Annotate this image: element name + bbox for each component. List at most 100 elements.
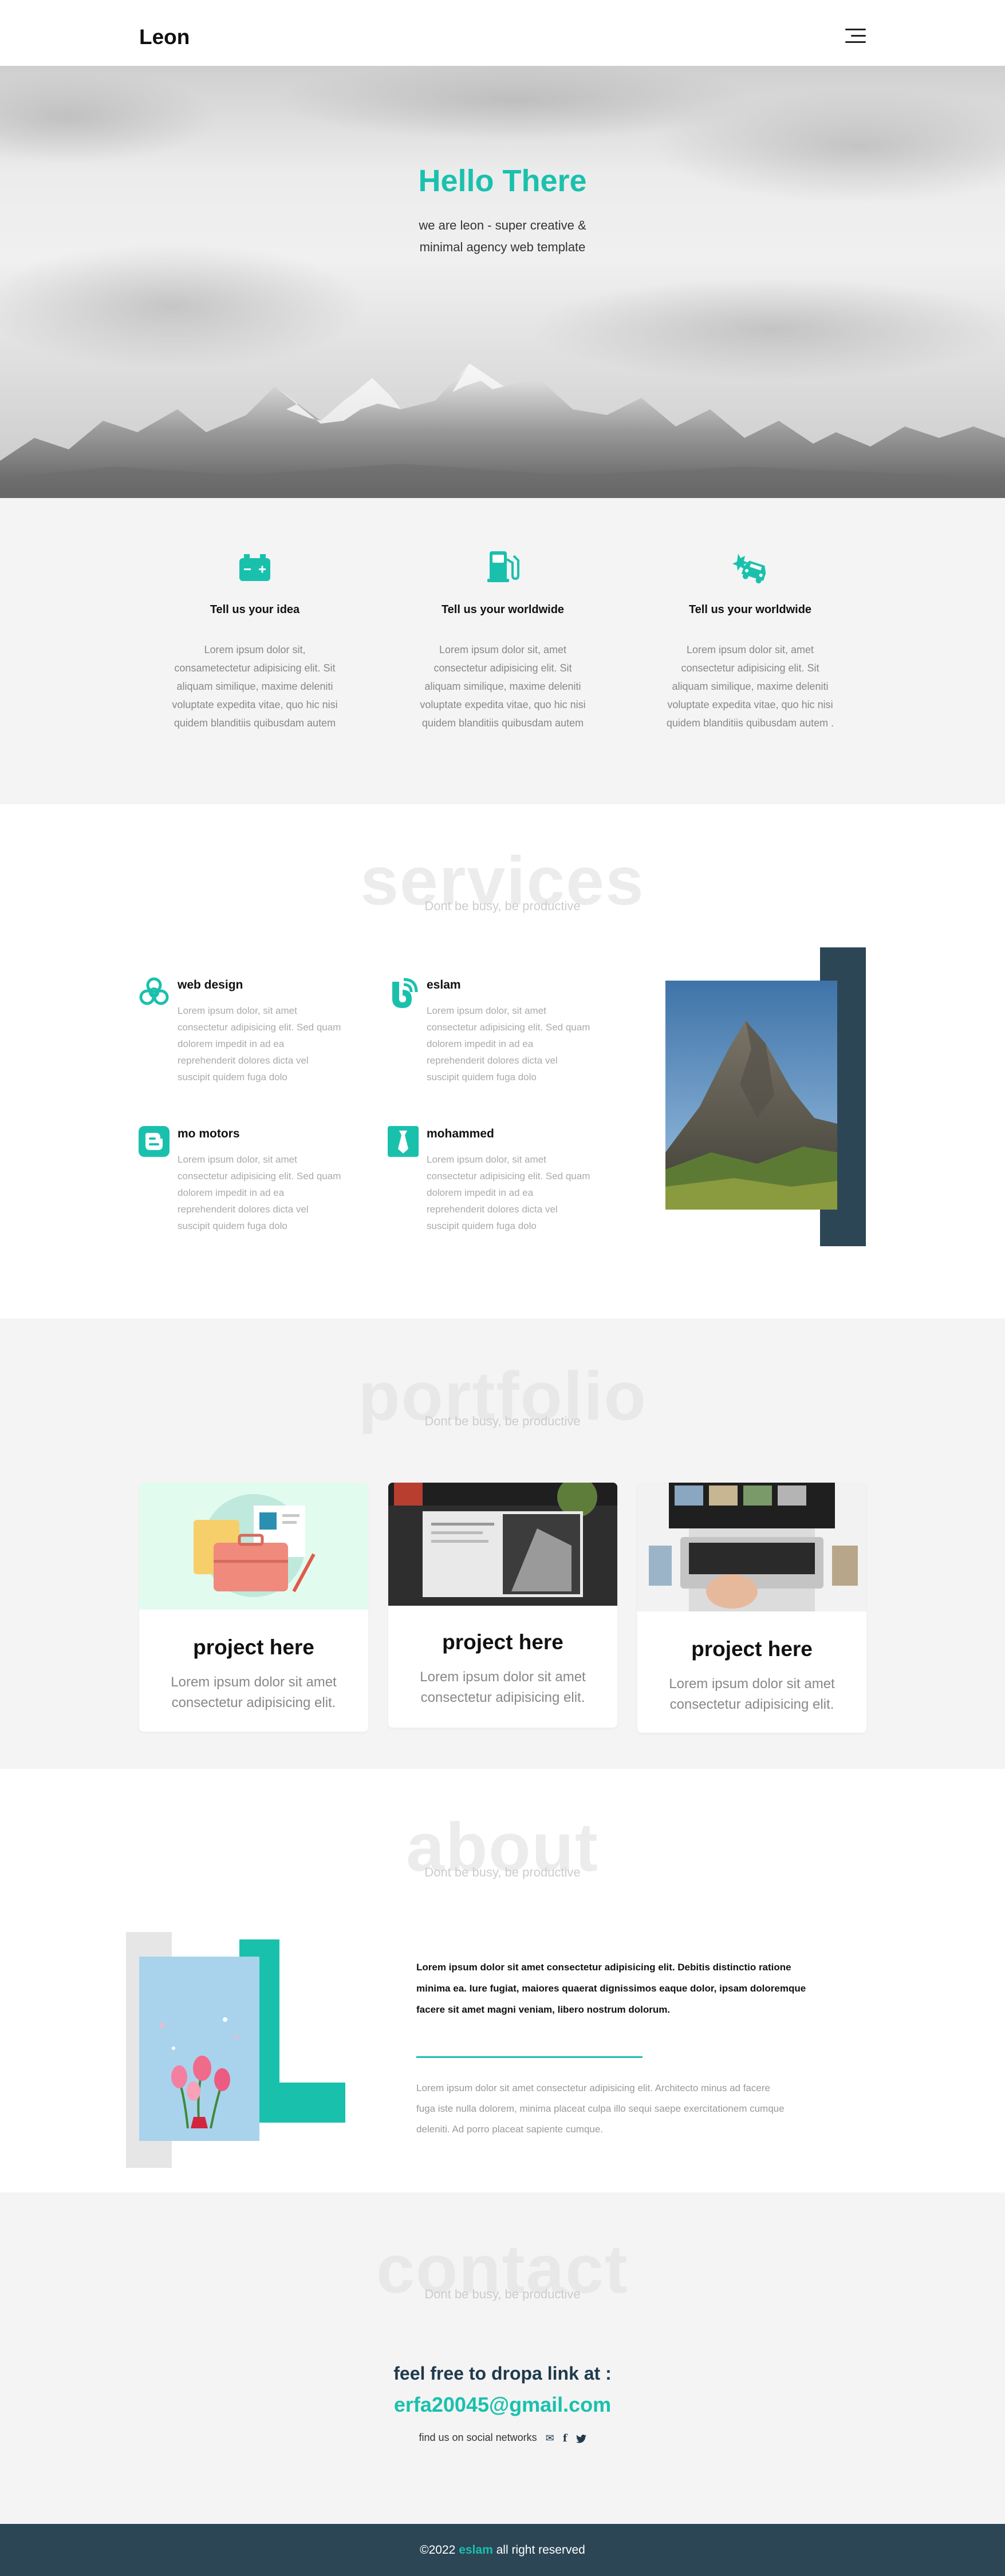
- portfolio-card[interactable]: project here Lorem ipsum dolor sit amet …: [139, 1483, 368, 1732]
- blogger-b-icon: [392, 978, 418, 1008]
- service-text-line: suscipit quidem fuga dolo: [427, 1072, 537, 1082]
- feature-title: Tell us your worldwide: [688, 603, 812, 616]
- feature-text-line: Lorem ipsum dolor sit,: [204, 644, 306, 655]
- feature-text-line: consectetur adipisicing elit. Sit: [433, 662, 572, 674]
- service-text-line: consectetur adipisicing elit. Sed quam: [427, 1171, 590, 1182]
- service-text-line: reprehenderit dolores dicta vel: [427, 1055, 558, 1066]
- footer-rights-text: all right reserved: [496, 2543, 585, 2557]
- feature-text: Lorem ipsum dolor sit, consametectetur a…: [146, 641, 364, 732]
- facebook-icon[interactable]: f: [563, 2432, 567, 2444]
- hero-subtitle-line-1: we are leon - super creative &: [419, 218, 586, 232]
- feature-text-line: quidem blanditiis quibusdam autem .: [666, 717, 834, 729]
- service-text: Lorem ipsum dolor, sit amet consectetur …: [427, 1002, 598, 1085]
- about-section-subtitle: Dont be busy, be productive: [424, 1865, 581, 1879]
- service-text-line: suscipit quidem fuga dolo: [178, 1072, 287, 1082]
- portfolio-card[interactable]: project here Lorem ipsum dolor sit amet …: [637, 1483, 866, 1733]
- tie-icon: [388, 1126, 419, 1157]
- service-text-line: dolorem impedit in ad ea: [178, 1038, 285, 1049]
- portfolio-card-text-line: Lorem ipsum dolor sit amet: [669, 1676, 835, 1692]
- portfolio-card-text-line: consectetur adipisicing elit.: [420, 1690, 585, 1705]
- portfolio-card-title: project here: [193, 1635, 314, 1659]
- magazine-desk-photo: [388, 1483, 617, 1606]
- service-text-line: Lorem ipsum dolor, sit amet: [427, 1154, 546, 1165]
- portfolio-card-title: project here: [442, 1630, 563, 1654]
- feature-text-line: voluptate expedita vitae, quo hic nisi: [172, 699, 338, 710]
- car-crash-icon: [732, 554, 766, 584]
- laptop-typing-photo: [637, 1483, 866, 1611]
- about-text-line: deleniti. Ad porro placeat sapiente cumq…: [416, 2124, 604, 2135]
- service-text-line: consectetur adipisicing elit. Sed quam: [178, 1022, 341, 1033]
- feature-text-line: aliquam similique, maxime deleniti: [672, 681, 829, 692]
- footer-year: ©2022: [420, 2543, 456, 2557]
- hero-subtitle: we are leon - super creative & minimal a…: [0, 215, 1005, 258]
- social-networks-label: find us on social networks: [419, 2432, 537, 2443]
- feature-text-line: Lorem ipsum dolor sit, amet: [686, 644, 814, 655]
- service-item: mo motors Lorem ipsum dolor, sit amet co…: [137, 1125, 344, 1239]
- feature-text: Lorem ipsum dolor sit, amet consectetur …: [394, 641, 612, 732]
- portfolio-card-text: Lorem ipsum dolor sit amet consectetur a…: [637, 1674, 866, 1715]
- feature-title: Tell us your worldwide: [441, 603, 565, 616]
- twitter-icon[interactable]: [576, 2432, 586, 2444]
- service-text-line: Lorem ipsum dolor, sit amet: [427, 1005, 546, 1016]
- portfolio-card-image: [637, 1483, 866, 1611]
- feature-text-line: voluptate expedita vitae, quo hic nisi: [420, 699, 586, 710]
- contact-email-link[interactable]: erfa20045@gmail.com: [0, 2393, 1005, 2417]
- feature-text-line: consametectetur adipisicing elit. Sit: [174, 662, 336, 674]
- feature-title: Tell us your idea: [210, 603, 300, 616]
- envelope-icon[interactable]: ✉: [546, 2432, 554, 2444]
- service-item: eslam Lorem ipsum dolor, sit amet consec…: [387, 976, 593, 1091]
- site-logo[interactable]: Leon: [139, 25, 190, 49]
- briefcase-illustration: [194, 1494, 316, 1597]
- service-item: web design Lorem ipsum dolor, sit amet c…: [137, 976, 344, 1091]
- service-text-line: Lorem ipsum dolor, sit amet: [178, 1154, 297, 1165]
- gas-pump-icon: [487, 551, 519, 582]
- blogger-icon: [139, 1126, 170, 1157]
- portfolio-card-text-line: Lorem ipsum dolor sit amet: [420, 1669, 586, 1685]
- hero-mountains-image: [0, 66, 1005, 498]
- portfolio-section-subtitle: Dont be busy, be productive: [424, 1414, 581, 1428]
- about-bold-text-line: Lorem ipsum dolor sit amet consectetur a…: [416, 1962, 791, 1973]
- service-text-line: dolorem impedit in ad ea: [427, 1038, 534, 1049]
- feature-text-line: quidem blanditiis quibusdam autem: [421, 717, 584, 729]
- hero-title: Hello There: [418, 164, 587, 198]
- service-title: mo motors: [178, 1127, 240, 1140]
- service-text-line: suscipit quidem fuga dolo: [427, 1220, 537, 1231]
- service-title: web design: [178, 978, 243, 991]
- hero-subtitle-line-2: minimal agency web template: [419, 240, 586, 254]
- page: Leon Hello There we are leon - super cre…: [0, 0, 1005, 2576]
- service-text-line: reprehenderit dolores dicta vel: [427, 1204, 558, 1215]
- service-item: mohammed Lorem ipsum dolor, sit amet con…: [387, 1125, 593, 1239]
- feature-item: Tell us your worldwide Lorem ipsum dolor…: [641, 547, 859, 732]
- biohazard-icon: [139, 977, 169, 1005]
- feature-text: Lorem ipsum dolor sit, amet consectetur …: [641, 641, 859, 732]
- service-text-line: consectetur adipisicing elit. Sed quam: [427, 1022, 590, 1033]
- portfolio-card-image: [139, 1483, 368, 1610]
- about-bold-text: Lorem ipsum dolor sit amet consectetur a…: [416, 1957, 869, 2020]
- about-tulips-image: [139, 1957, 259, 2141]
- feature-item: Tell us your idea Lorem ipsum dolor sit,…: [146, 547, 364, 732]
- footer-brand-link[interactable]: eslam: [459, 2543, 493, 2557]
- about-text-line: Lorem ipsum dolor sit amet consectetur a…: [416, 2083, 770, 2093]
- service-text-line: Lorem ipsum dolor, sit amet: [178, 1005, 297, 1016]
- service-title: eslam: [427, 978, 461, 991]
- battery-icon: [239, 554, 270, 581]
- services-mountain-image: [665, 981, 837, 1210]
- portfolio-card-text-line: consectetur adipisicing elit.: [669, 1697, 834, 1712]
- service-text-line: dolorem impedit in ad ea: [427, 1187, 534, 1198]
- service-text-line: suscipit quidem fuga dolo: [178, 1220, 287, 1231]
- about-bold-text-line: minima ea. Iure fugiat, maiores quaerat …: [416, 1983, 806, 1994]
- feature-text-line: quidem blanditiis quibusdam autem: [174, 717, 336, 729]
- contact-section-subtitle: Dont be busy, be productive: [424, 2287, 581, 2301]
- services-section-subtitle: Dont be busy, be productive: [424, 899, 581, 913]
- portfolio-card-text-line: Lorem ipsum dolor sit amet: [171, 1674, 337, 1690]
- service-text: Lorem ipsum dolor, sit amet consectetur …: [178, 1002, 349, 1085]
- hamburger-menu-icon[interactable]: [845, 29, 866, 44]
- service-text-line: consectetur adipisicing elit. Sed quam: [178, 1171, 341, 1182]
- service-text: Lorem ipsum dolor, sit amet consectetur …: [427, 1151, 598, 1234]
- feature-text-line: aliquam similique, maxime deleniti: [176, 681, 333, 692]
- feature-text-line: aliquam similique, maxime deleniti: [424, 681, 581, 692]
- portfolio-card[interactable]: project here Lorem ipsum dolor sit amet …: [388, 1483, 617, 1728]
- feature-text-line: voluptate expedita vitae, quo hic nisi: [667, 699, 833, 710]
- about-text-line: fuga iste nulla dolorem, minima placeat …: [416, 2103, 785, 2114]
- portfolio-card-text: Lorem ipsum dolor sit amet consectetur a…: [388, 1667, 617, 1708]
